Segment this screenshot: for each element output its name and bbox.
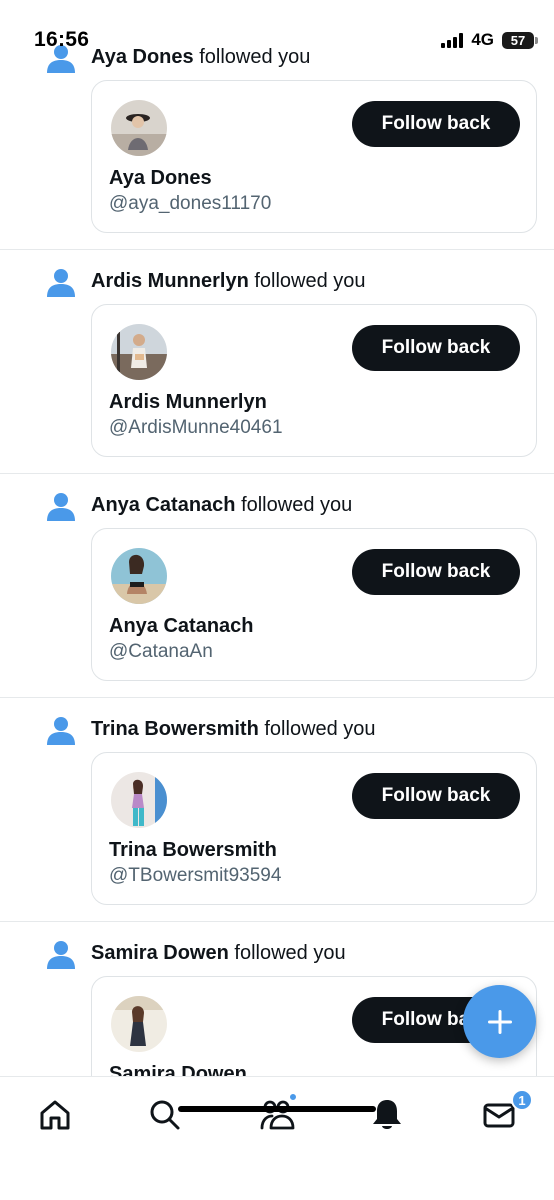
status-bar: 16:56 4G 57 — [0, 0, 554, 80]
new-activity-dot — [289, 1093, 297, 1101]
notification-text: Anya Catanach followed you — [91, 494, 352, 517]
tab-messages[interactable]: 1 — [479, 1089, 533, 1135]
notification-text: Trina Bowersmith followed you — [91, 718, 376, 741]
avatar[interactable] — [111, 772, 167, 828]
notification-item[interactable]: Ardis Munnerlyn followed you Ardis Munne… — [0, 250, 554, 474]
user-handle: @CatanaAn — [109, 641, 213, 662]
person-icon — [47, 269, 75, 297]
notification-name[interactable]: Samira Dowen — [91, 942, 229, 964]
notification-action: followed you — [234, 942, 346, 964]
user-name: Anya Catanach — [109, 615, 254, 637]
person-icon — [47, 941, 75, 969]
avatar[interactable] — [111, 100, 167, 156]
home-icon — [40, 1100, 70, 1130]
user-handle: @aya_dones11170 — [109, 193, 272, 214]
follow-back-button[interactable]: Follow back — [352, 325, 520, 371]
bottom-tab-bar: 1 — [0, 1076, 554, 1200]
user-name: Aya Dones — [109, 167, 212, 189]
user-card[interactable]: Trina Bowersmith @TBowersmit93594 Follow… — [91, 752, 537, 905]
status-time: 16:56 — [34, 28, 90, 51]
notification-action: followed you — [254, 270, 366, 292]
compose-button[interactable] — [463, 985, 536, 1058]
notification-name[interactable]: Ardis Munnerlyn — [91, 270, 249, 292]
messages-badge: 1 — [511, 1089, 533, 1111]
plus-icon — [487, 1009, 512, 1034]
mail-icon — [483, 1103, 515, 1128]
bell-icon — [373, 1100, 401, 1129]
avatar[interactable] — [111, 996, 167, 1052]
battery-level: 57 — [510, 32, 526, 48]
user-card[interactable]: Anya Catanach @CatanaAn Follow back — [91, 528, 537, 681]
tab-search[interactable] — [145, 1095, 185, 1135]
avatar[interactable] — [111, 548, 167, 604]
follow-back-button[interactable]: Follow back — [352, 101, 520, 147]
follow-back-button[interactable]: Follow back — [352, 773, 520, 819]
notification-action: followed you — [241, 494, 353, 516]
avatar[interactable] — [111, 324, 167, 380]
signal-icon — [441, 32, 464, 48]
user-card[interactable]: Aya Dones @aya_dones11170 Follow back — [91, 80, 537, 233]
person-icon — [47, 717, 75, 745]
network-type: 4G — [471, 30, 494, 49]
notification-item[interactable]: Trina Bowersmith followed you Trina Bowe… — [0, 698, 554, 922]
home-indicator — [178, 1106, 376, 1112]
person-icon — [47, 493, 75, 521]
notification-name[interactable]: Trina Bowersmith — [91, 718, 259, 740]
status-indicators: 4G 57 — [441, 30, 538, 50]
user-name: Ardis Munnerlyn — [109, 391, 267, 413]
notification-text: Ardis Munnerlyn followed you — [91, 270, 366, 293]
user-name: Trina Bowersmith — [109, 839, 277, 861]
notification-text: Samira Dowen followed you — [91, 942, 346, 965]
notification-name[interactable]: Anya Catanach — [91, 494, 236, 516]
user-handle: @ArdisMunne40461 — [109, 417, 283, 438]
notification-action: followed you — [264, 718, 376, 740]
communities-icon — [260, 1100, 295, 1130]
notification-item[interactable]: Anya Catanach followed you Anya Catanach… — [0, 474, 554, 698]
user-card[interactable]: Ardis Munnerlyn @ArdisMunne40461 Follow … — [91, 304, 537, 457]
tab-home[interactable] — [35, 1095, 75, 1135]
follow-back-button[interactable]: Follow back — [352, 549, 520, 595]
battery-icon: 57 — [502, 31, 538, 49]
search-icon — [150, 1100, 180, 1130]
tab-communities[interactable] — [257, 1093, 297, 1135]
user-handle: @TBowersmit93594 — [109, 865, 282, 886]
tab-notifications[interactable] — [367, 1095, 407, 1135]
